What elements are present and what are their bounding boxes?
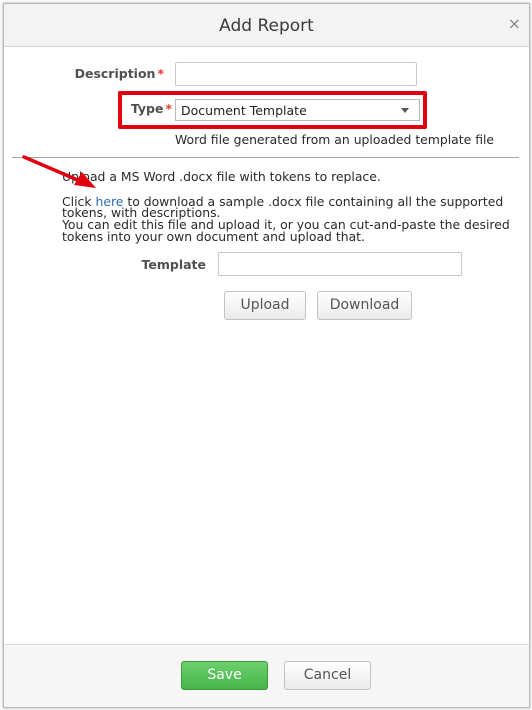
arrow-icon	[22, 155, 96, 188]
